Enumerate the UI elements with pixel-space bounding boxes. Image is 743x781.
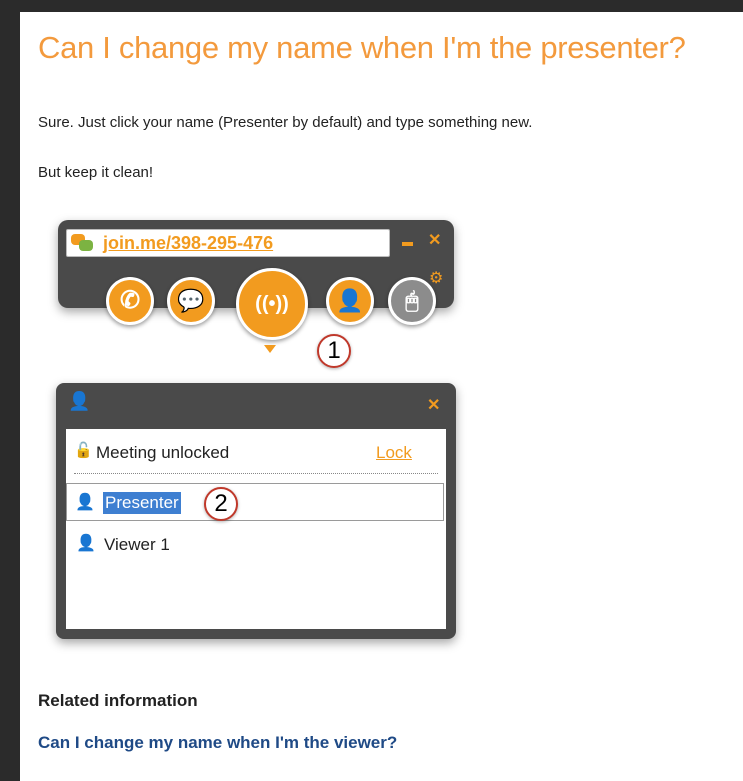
lock-row: 🔓 Meeting unlocked Lock [74,441,438,465]
help-page: Can I change my name when I'm the presen… [20,12,743,781]
related-heading: Related information [38,691,198,710]
people-panel: 👤 ✕ 🔓 Meeting unlocked Lock 👤 Presenter … [56,383,456,639]
unlock-icon: 🔓 [74,442,93,459]
lock-link[interactable]: Lock [376,443,412,463]
callout-2: 2 [204,487,238,521]
phone-icon[interactable]: ✆ [106,277,154,325]
chat-icon[interactable]: 💬 [167,277,215,325]
callout-1: 1 [317,334,351,368]
divider [74,473,438,474]
gear-icon[interactable]: ⚙ [429,268,443,288]
presenter-name-text[interactable]: Presenter [103,492,181,514]
close-icon[interactable]: ✕ [428,230,441,250]
share-pointer-icon [264,345,276,353]
lock-status: Meeting unlocked [96,443,230,462]
people-list: 🔓 Meeting unlocked Lock 👤 Presenter 👤 Vi… [66,429,446,629]
presenter-icon: 👤 [75,494,95,511]
note-text: But keep it clean! [38,164,154,181]
joinme-logo-icon [71,234,95,252]
person-icon: 👤 [68,391,91,411]
people-icon[interactable]: 👤 [326,277,374,325]
answer-text: Sure. Just click your name (Presenter by… [38,114,533,131]
panel-close-icon[interactable]: ✕ [427,395,440,415]
viewer-icon: 👤 [76,535,96,552]
minimize-icon[interactable] [402,242,413,246]
page-title: Can I change my name when I'm the presen… [38,30,686,65]
viewer-name: Viewer 1 [104,535,170,554]
related-link[interactable]: Can I change my name when I'm the viewer… [38,733,397,753]
joinme-toolbar: join.me/398-295-476 ✕ ⚙ ✆ 💬 ((•)) 👤 🖱 [58,220,454,353]
meeting-url-link[interactable]: join.me/398-295-476 [103,233,273,254]
mouse-icon[interactable]: 🖱 [388,277,436,325]
meeting-url-box[interactable]: join.me/398-295-476 [66,229,390,257]
presenter-name-field[interactable]: 👤 Presenter [66,483,444,521]
screen-share-icon[interactable]: ((•)) [236,268,308,340]
